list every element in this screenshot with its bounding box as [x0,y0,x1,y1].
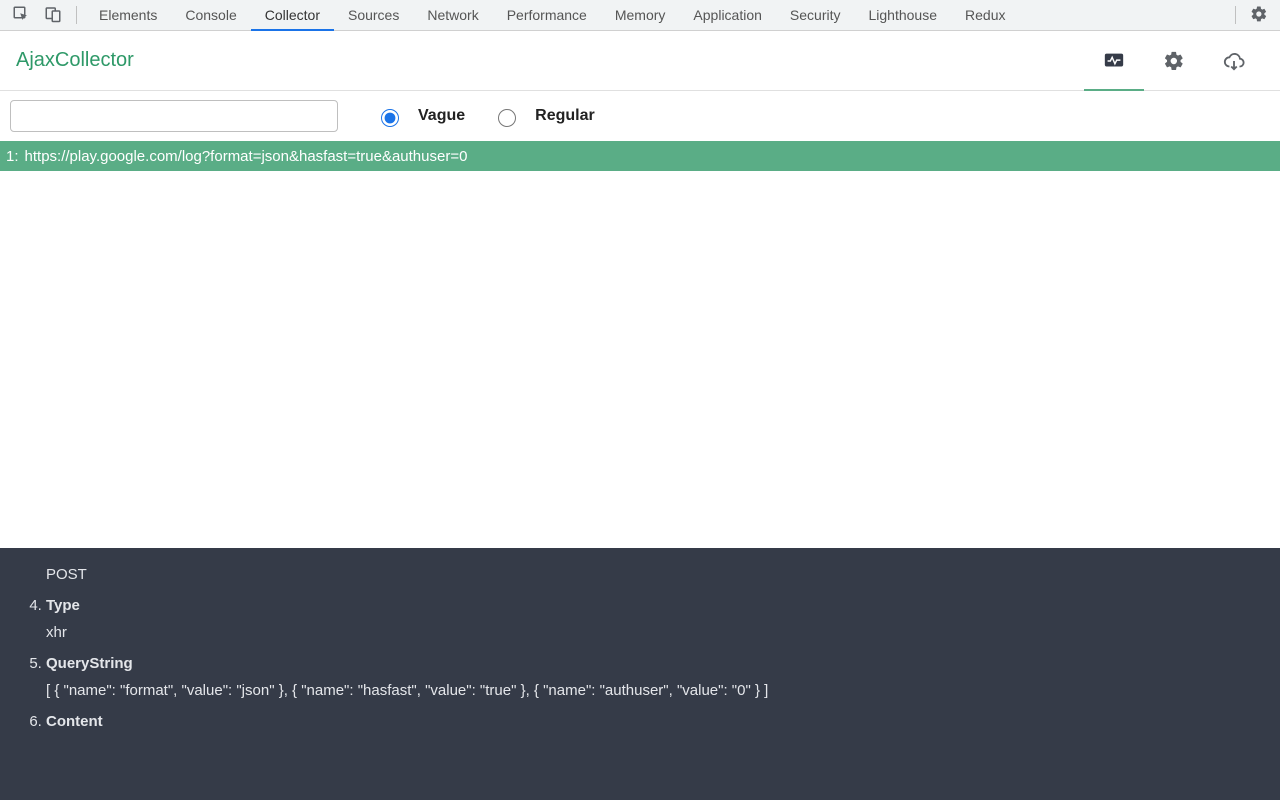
divider [1235,6,1236,24]
monitor-icon-button[interactable] [1084,31,1144,91]
tab-sources[interactable]: Sources [334,0,413,30]
details-item-type: Type xhr [46,597,1260,641]
match-mode-radio-group: Vague Regular [376,106,595,127]
cloud-download-icon-button[interactable] [1204,31,1264,91]
radio-regular-label: Regular [535,107,595,125]
settings-icon-button[interactable] [1144,31,1204,91]
request-row[interactable]: 1: https://play.google.com/log?format=js… [0,141,1280,171]
tab-elements[interactable]: Elements [85,0,171,30]
details-value: xhr [46,624,1260,641]
filter-bar: Vague Regular [0,91,1280,141]
empty-area [0,171,1280,548]
divider [76,6,77,24]
tab-performance[interactable]: Performance [493,0,601,30]
tab-collector[interactable]: Collector [251,0,334,30]
tabstrip-left-icons [0,0,72,30]
settings-gear-icon[interactable] [1250,5,1268,26]
tab-redux[interactable]: Redux [951,0,1019,30]
device-toggle-icon[interactable] [44,5,62,26]
details-list: Type xhr QueryString [ { "name": "format… [20,597,1260,730]
details-key: Content [46,713,103,730]
radio-regular-input[interactable] [498,109,516,127]
details-key: Type [46,597,80,614]
inspect-element-icon[interactable] [12,5,30,26]
request-list: 1: https://play.google.com/log?format=js… [0,141,1280,171]
tab-application[interactable]: Application [679,0,776,30]
filter-input[interactable] [10,100,338,132]
tabstrip-right-icons [1231,5,1280,26]
details-key: QueryString [46,655,133,672]
tab-network[interactable]: Network [413,0,492,30]
devtools-tabs: Elements Console Collector Sources Netwo… [85,0,1019,30]
tab-lighthouse[interactable]: Lighthouse [855,0,952,30]
details-panel: POST Type xhr QueryString [ { "name": "f… [0,548,1280,800]
details-leading-value: POST [46,566,1260,583]
request-index: 1: [6,148,19,165]
radio-regular[interactable]: Regular [493,106,595,127]
details-item-querystring: QueryString [ { "name": "format", "value… [46,655,1260,699]
request-url: https://play.google.com/log?format=json&… [25,148,468,165]
tab-memory[interactable]: Memory [601,0,680,30]
tab-security[interactable]: Security [776,0,855,30]
details-item-content: Content [46,713,1260,730]
app-title: AjaxCollector [16,49,134,72]
tab-console[interactable]: Console [171,0,250,30]
radio-vague-input[interactable] [381,109,399,127]
radio-vague[interactable]: Vague [376,106,465,127]
radio-vague-label: Vague [418,107,465,125]
details-value: [ { "name": "format", "value": "json" },… [46,682,1260,699]
devtools-tabstrip: Elements Console Collector Sources Netwo… [0,0,1280,31]
app-header: AjaxCollector [0,31,1280,91]
